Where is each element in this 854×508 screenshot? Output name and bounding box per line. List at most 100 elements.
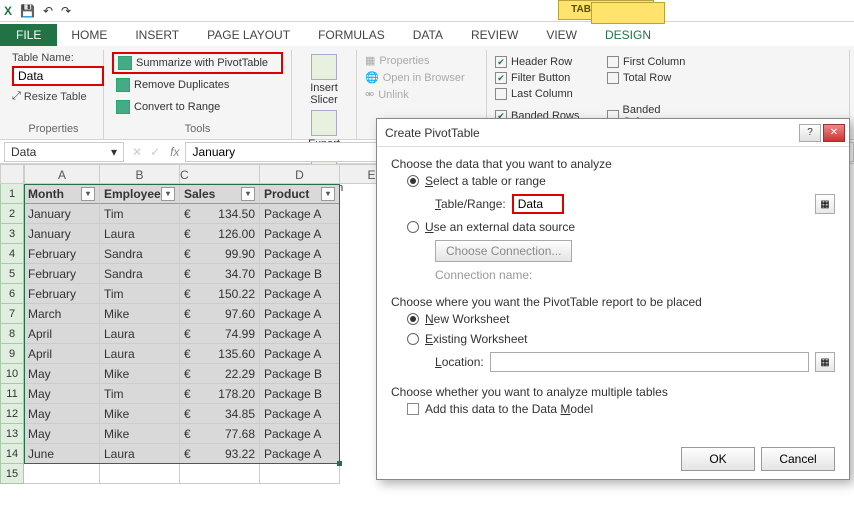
tab-formulas[interactable]: FORMULAS — [304, 24, 399, 46]
cell-product[interactable]: Package A — [260, 344, 340, 364]
cell-product[interactable]: Package A — [260, 444, 340, 464]
row-head[interactable]: 8 — [0, 324, 24, 344]
filter-icon[interactable]: ▾ — [241, 187, 255, 201]
tab-page-layout[interactable]: PAGE LAYOUT — [193, 24, 304, 46]
radio-existing-worksheet[interactable]: Existing Worksheet — [391, 329, 835, 349]
row-head[interactable]: 13 — [0, 424, 24, 444]
tab-review[interactable]: REVIEW — [457, 24, 532, 46]
table-range-input[interactable] — [512, 194, 564, 214]
chk-first-column[interactable]: First Column — [607, 56, 703, 68]
table-name-input[interactable] — [12, 66, 104, 86]
header-sales[interactable]: Sales▾ — [180, 184, 260, 204]
cell-employee[interactable]: Mike — [100, 424, 180, 444]
cell-employee[interactable]: Laura — [100, 444, 180, 464]
cell-product[interactable]: Package A — [260, 304, 340, 324]
chk-add-data-model[interactable]: Add this data to the Data Model — [391, 399, 835, 419]
cell-product[interactable]: Package B — [260, 264, 340, 284]
undo-icon[interactable]: ↶ — [43, 4, 53, 18]
resize-table-button[interactable]: ⤢Resize Table — [12, 90, 95, 103]
cell-sales[interactable]: €97.60 — [180, 304, 260, 324]
row-head[interactable]: 9 — [0, 344, 24, 364]
row-head[interactable]: 2 — [0, 204, 24, 224]
cell-employee[interactable]: Tim — [100, 284, 180, 304]
cell-month[interactable]: February — [24, 264, 100, 284]
row-head[interactable]: 15 — [0, 464, 24, 484]
cell-employee[interactable]: Laura — [100, 344, 180, 364]
tab-insert[interactable]: INSERT — [121, 24, 193, 46]
cell-product[interactable]: Package A — [260, 284, 340, 304]
row-head[interactable]: 4 — [0, 244, 24, 264]
chk-header-row[interactable]: ✔Header Row — [495, 56, 591, 68]
radio-new-worksheet[interactable]: New Worksheet — [391, 309, 835, 329]
cell-employee[interactable]: Laura — [100, 224, 180, 244]
cell-sales[interactable]: €34.85 — [180, 404, 260, 424]
tab-data[interactable]: DATA — [399, 24, 457, 46]
cell-month[interactable]: May — [24, 384, 100, 404]
range-picker-button[interactable]: ▦ — [815, 194, 835, 214]
chk-filter-button[interactable]: ✔Filter Button — [495, 72, 591, 84]
close-button[interactable]: ✕ — [823, 124, 845, 142]
cell-sales[interactable]: €135.60 — [180, 344, 260, 364]
col-head-A[interactable]: A — [24, 164, 100, 184]
row-head[interactable]: 3 — [0, 224, 24, 244]
header-month[interactable]: Month▾ — [24, 184, 100, 204]
cell-product[interactable]: Package B — [260, 384, 340, 404]
header-product[interactable]: Product▾ — [260, 184, 340, 204]
cell-employee[interactable]: Tim — [100, 384, 180, 404]
chevron-down-icon[interactable]: ▾ — [111, 145, 117, 159]
radio-external-source[interactable]: Use an external data source — [391, 217, 835, 237]
cell-employee[interactable]: Sandra — [100, 244, 180, 264]
location-input[interactable] — [490, 352, 809, 372]
summarize-pivottable-button[interactable]: Summarize with PivotTable — [112, 52, 283, 74]
cell-employee[interactable]: Tim — [100, 204, 180, 224]
header-employee[interactable]: Employee▾ — [100, 184, 180, 204]
cell-product[interactable]: Package A — [260, 324, 340, 344]
dialog-titlebar[interactable]: Create PivotTable ? ✕ — [377, 119, 849, 147]
cancel-formula-icon[interactable]: ✕ — [128, 145, 146, 159]
cell-sales[interactable]: €74.99 — [180, 324, 260, 344]
cell-month[interactable]: May — [24, 424, 100, 444]
cell-sales[interactable]: €93.22 — [180, 444, 260, 464]
cell-month[interactable]: February — [24, 284, 100, 304]
filter-icon[interactable]: ▾ — [321, 187, 335, 201]
row-head[interactable]: 11 — [0, 384, 24, 404]
row-head[interactable]: 7 — [0, 304, 24, 324]
tab-view[interactable]: VIEW — [532, 24, 591, 46]
cell-month[interactable]: May — [24, 404, 100, 424]
help-button[interactable]: ? — [799, 124, 821, 142]
enter-formula-icon[interactable]: ✓ — [146, 145, 164, 159]
cell-month[interactable]: January — [24, 224, 100, 244]
cell-employee[interactable]: Mike — [100, 364, 180, 384]
row-head[interactable]: 5 — [0, 264, 24, 284]
cell-month[interactable]: March — [24, 304, 100, 324]
save-icon[interactable]: 💾 — [20, 4, 35, 18]
cell-sales[interactable]: €178.20 — [180, 384, 260, 404]
ok-button[interactable]: OK — [681, 447, 755, 471]
row-head-1[interactable]: 1 — [0, 184, 24, 204]
cell-product[interactable]: Package A — [260, 424, 340, 444]
cell-sales[interactable]: €126.00 — [180, 224, 260, 244]
remove-duplicates-button[interactable]: Remove Duplicates — [112, 74, 283, 96]
cell-product[interactable]: Package A — [260, 204, 340, 224]
cell-month[interactable]: April — [24, 344, 100, 364]
cell-employee[interactable]: Laura — [100, 324, 180, 344]
cell-month[interactable]: May — [24, 364, 100, 384]
cell-month[interactable]: January — [24, 204, 100, 224]
filter-icon[interactable]: ▾ — [81, 187, 95, 201]
col-head-B[interactable]: B — [100, 164, 180, 184]
chk-last-column[interactable]: Last Column — [495, 88, 591, 100]
tab-home[interactable]: HOME — [57, 24, 121, 46]
tab-file[interactable]: FILE — [0, 24, 57, 46]
name-box[interactable]: Data▾ — [4, 142, 124, 162]
cell-product[interactable]: Package A — [260, 404, 340, 424]
cell-sales[interactable]: €150.22 — [180, 284, 260, 304]
fx-icon[interactable]: fx — [170, 145, 179, 159]
cell-sales[interactable]: €22.29 — [180, 364, 260, 384]
chk-total-row[interactable]: Total Row — [607, 72, 703, 84]
filter-icon[interactable]: ▾ — [161, 187, 175, 201]
cell-sales[interactable]: €134.50 — [180, 204, 260, 224]
row-head[interactable]: 12 — [0, 404, 24, 424]
cell-sales[interactable]: €99.90 — [180, 244, 260, 264]
cell-sales[interactable]: €34.70 — [180, 264, 260, 284]
tab-design[interactable]: DESIGN — [591, 24, 665, 46]
